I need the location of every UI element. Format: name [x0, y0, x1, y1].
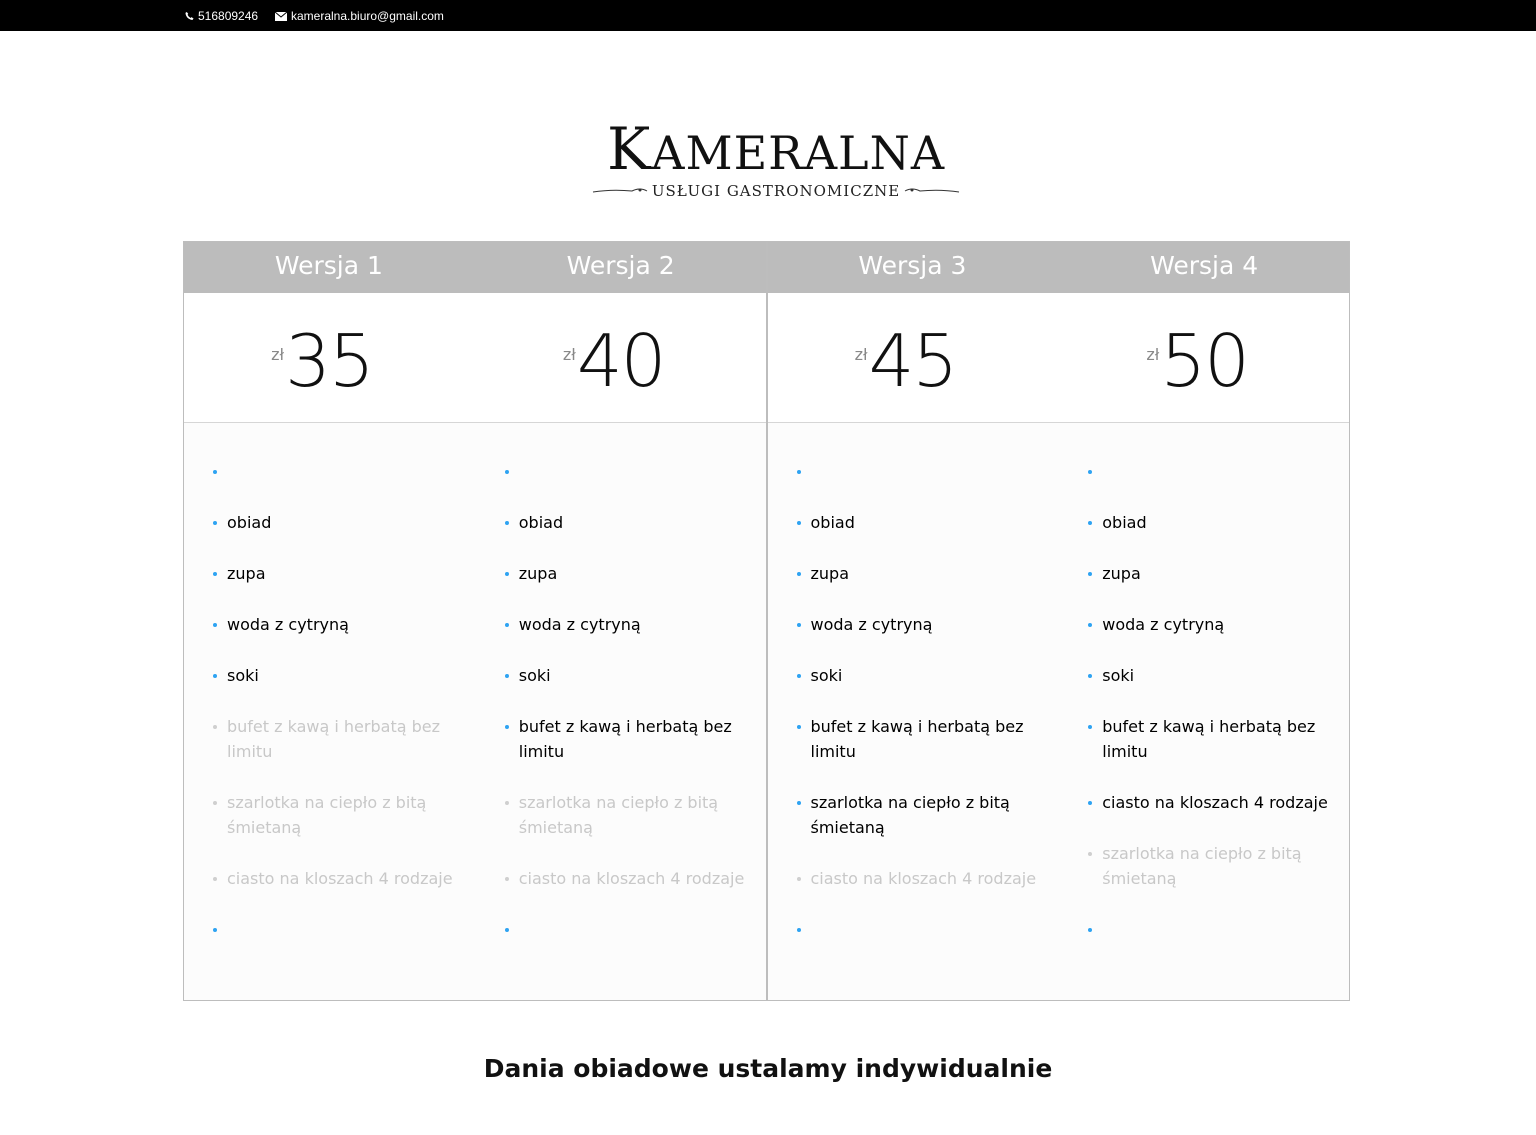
phone-number: 516809246 — [198, 9, 259, 23]
feature-item: ciasto na kloszach 4 rodzaje — [1088, 790, 1350, 815]
price-value: 35 — [285, 319, 375, 403]
feature-item: zupa — [213, 561, 475, 586]
price-value: 50 — [1160, 319, 1250, 403]
feature-item: szarlotka na ciepło z bitą śmietaną — [796, 790, 1059, 840]
phone-icon — [185, 11, 194, 21]
plan-title: Wersja 4 — [1058, 241, 1350, 293]
feature-item: obiad — [504, 510, 767, 535]
feature-item — [1088, 917, 1350, 942]
feature-item: woda z cytryną — [796, 612, 1059, 637]
pricing-column: Wersja 4 zł 50 obiad zupa woda z cytryną soki b… — [1058, 241, 1350, 1001]
feature-item-excluded: ciasto na kloszach 4 rodzaje — [796, 866, 1059, 891]
feature-item: zupa — [504, 561, 767, 586]
feature-item: zupa — [796, 561, 1059, 586]
plan-title: Wersja 1 — [183, 241, 475, 293]
feature-item-excluded: szarlotka na ciepło z bitą śmietaną — [504, 790, 767, 840]
feature-item: soki — [504, 663, 767, 688]
phone-contact[interactable]: 516809246 — [185, 9, 258, 23]
feature-item — [504, 459, 767, 484]
plan-title: Wersja 3 — [766, 241, 1059, 293]
plan-price: zł 35 — [183, 321, 475, 401]
feature-item: bufet z kawą i herbatą bez limitu — [1088, 714, 1350, 764]
email-address: kameralna.biuro@gmail.com — [291, 9, 444, 23]
feature-item: obiad — [796, 510, 1059, 535]
top-bar: 516809246 kameralna.biuro@gmail.com — [0, 0, 1536, 31]
feature-item-excluded: szarlotka na ciepło z bitą śmietaną — [1088, 841, 1350, 891]
price-area: zł 35 — [183, 293, 475, 423]
pricing-column: Wersja 2 zł 40 obiad zupa woda z cytryną soki b… — [474, 241, 767, 1001]
feature-item — [1088, 459, 1350, 484]
price-area: zł 45 — [766, 293, 1059, 423]
logo-brand-initial: K — [606, 115, 652, 183]
feature-item: zupa — [1088, 561, 1350, 586]
feature-item: bufet z kawą i herbatą bez limitu — [796, 714, 1059, 764]
logo-tagline: USŁUGI GASTRONOMICZNE — [651, 182, 901, 200]
currency-symbol: zł — [854, 345, 868, 364]
currency-symbol: zł — [1146, 345, 1160, 364]
right-flourish-icon — [904, 188, 960, 193]
feature-item — [213, 459, 475, 484]
plan-price: zł 40 — [475, 321, 767, 401]
feature-item: soki — [1088, 663, 1350, 688]
pricing-table: Wersja 1 zł 35 obiad zupa woda z cytryną soki b… — [183, 241, 1350, 1001]
price-area: zł 40 — [474, 293, 767, 423]
feature-list: obiad zupa woda z cytryną soki bufet z kawą … — [1058, 423, 1350, 942]
feature-item-excluded: bufet z kawą i herbatą bez limitu — [213, 714, 475, 764]
price-value: 45 — [868, 319, 959, 403]
logo-brand-rest: AMERALNA — [651, 126, 946, 180]
pricing-column: Wersja 1 zł 35 obiad zupa woda z cytryną soki b… — [183, 241, 475, 1001]
feature-item: obiad — [213, 510, 475, 535]
feature-item: woda z cytryną — [1088, 612, 1350, 637]
feature-list: obiad zupa woda z cytryną soki bufet z kawą … — [767, 423, 1059, 942]
feature-list: obiad zupa woda z cytryną soki bufet z kawą … — [475, 423, 767, 942]
feature-item-excluded: ciasto na kloszach 4 rodzaje — [213, 866, 475, 891]
feature-item: woda z cytryną — [213, 612, 475, 637]
feature-item: soki — [796, 663, 1059, 688]
price-value: 40 — [576, 319, 667, 403]
currency-symbol: zł — [271, 345, 285, 364]
logo-brand: KAMERALNA — [578, 118, 974, 184]
feature-item — [796, 917, 1059, 942]
feature-list: obiad zupa woda z cytryną soki bufet z kawą … — [183, 423, 475, 942]
plan-price: zł 45 — [767, 321, 1059, 401]
feature-item — [796, 459, 1059, 484]
left-flourish-icon — [592, 188, 648, 193]
plan-title: Wersja 2 — [474, 241, 767, 293]
feature-item: soki — [213, 663, 475, 688]
pricing-column: Wersja 3 zł 45 obiad zupa woda z cytryną soki b… — [766, 241, 1059, 1001]
logo-tagline-row: USŁUGI GASTRONOMICZNE — [578, 182, 974, 200]
feature-item — [504, 917, 767, 942]
email-contact[interactable]: kameralna.biuro@gmail.com — [275, 9, 444, 23]
feature-item: woda z cytryną — [504, 612, 767, 637]
feature-item: obiad — [1088, 510, 1350, 535]
envelope-icon — [275, 11, 287, 21]
feature-item: bufet z kawą i herbatą bez limitu — [504, 714, 767, 764]
plan-price: zł 50 — [1058, 321, 1350, 401]
feature-item — [213, 917, 475, 942]
feature-item-excluded: ciasto na kloszach 4 rodzaje — [504, 866, 767, 891]
price-area: zł 50 — [1058, 293, 1350, 423]
site-logo[interactable]: KAMERALNA USŁUGI GASTRONOMICZNE — [578, 118, 974, 200]
currency-symbol: zł — [562, 345, 576, 364]
lunch-note: Dania obiadowe ustalamy indywidualnie — [483, 1054, 1053, 1083]
feature-item-excluded: szarlotka na ciepło z bitą śmietaną — [213, 790, 475, 840]
